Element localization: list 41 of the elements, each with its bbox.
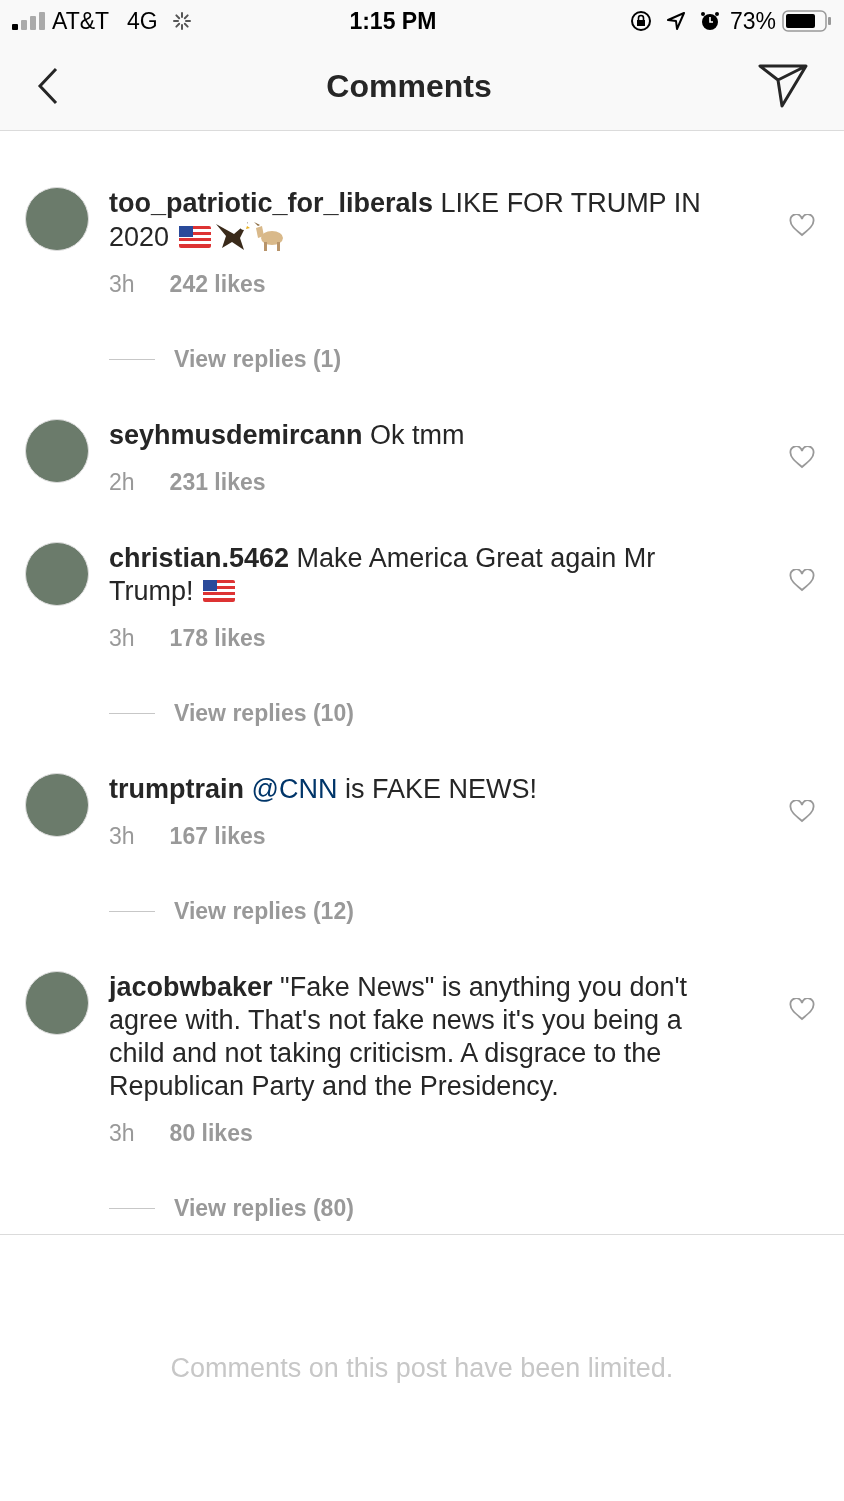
heart-icon[interactable] xyxy=(789,446,815,469)
likes-count[interactable]: 80 likes xyxy=(169,1117,253,1150)
heart-icon[interactable] xyxy=(789,800,815,823)
back-icon[interactable] xyxy=(36,66,60,106)
comment-time: 3h xyxy=(109,624,135,653)
clock-time: 1:15 PM xyxy=(348,6,438,36)
send-icon[interactable] xyxy=(758,64,808,108)
location-arrow-icon xyxy=(665,11,686,31)
comment-text: jacobwbaker "Fake News" is anything you don't agree with. That's not fake news it's you being a child and not taking criticism. A disgrace to the Republican Party and the Presidency. xyxy=(109,971,689,1103)
alarm-clock-icon xyxy=(699,11,720,31)
comment-text: christian.5462 Make America Great again Mr Trump! xyxy=(109,542,657,608)
flag-icon xyxy=(178,226,211,248)
comment-text: seyhmusdemircann Ok tmm xyxy=(109,419,466,452)
view-replies-link[interactable]: View replies (80) xyxy=(174,1192,354,1225)
heart-icon[interactable] xyxy=(789,998,815,1021)
comment-text: trumptrain @CNN is FAKE NEWS! xyxy=(109,773,538,806)
rotation-lock-icon xyxy=(629,10,652,32)
comment-time: 3h xyxy=(109,822,135,851)
mention-link[interactable]: @CNN xyxy=(251,774,338,804)
battery-icon xyxy=(782,10,832,32)
view-replies-link[interactable]: View replies (12) xyxy=(174,895,354,928)
view-replies-link[interactable]: View replies (10) xyxy=(174,697,354,730)
comment-time: 3h xyxy=(109,270,135,299)
likes-count[interactable]: 231 likes xyxy=(169,466,266,499)
carrier-name: AT&T xyxy=(52,6,110,36)
comment-time: 2h xyxy=(109,468,135,497)
signal-icon xyxy=(12,12,46,30)
heart-icon[interactable] xyxy=(789,569,815,592)
likes-count[interactable]: 242 likes xyxy=(169,268,266,301)
flag-icon xyxy=(203,580,235,602)
battery-percent: 73% xyxy=(729,6,776,36)
comment-text: too_patriotic_for_liberals LIKE FOR TRUMP IN 2020 xyxy=(109,187,702,254)
heart-icon[interactable] xyxy=(789,214,815,237)
likes-count[interactable]: 178 likes xyxy=(169,622,266,655)
page-title: Comments xyxy=(325,67,493,106)
likes-count[interactable]: 167 likes xyxy=(169,820,266,853)
loading-spinner-icon xyxy=(171,11,192,31)
comments-limited-notice: Comments on this post have been limited. xyxy=(170,1351,674,1385)
view-replies-link[interactable]: View replies (1) xyxy=(174,343,342,376)
comment-time: 3h xyxy=(109,1119,135,1148)
network-type: 4G xyxy=(127,6,158,36)
